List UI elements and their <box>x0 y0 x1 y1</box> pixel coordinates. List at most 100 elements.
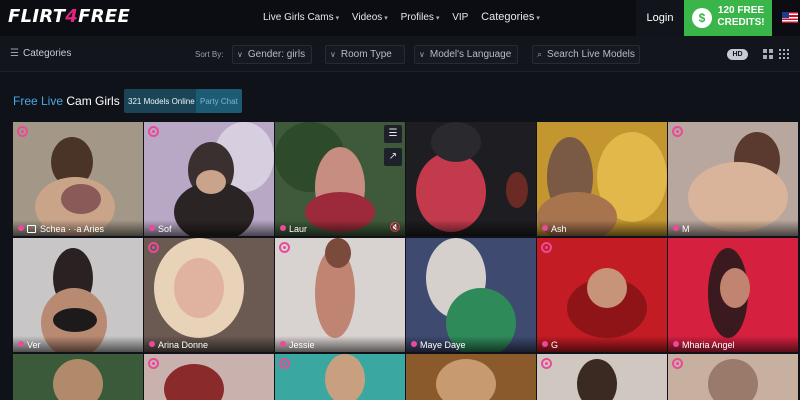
large-grid-icon[interactable] <box>763 49 773 59</box>
model-tile[interactable] <box>275 354 405 400</box>
online-status-icon <box>542 225 548 231</box>
list-icon: ☰ <box>10 48 19 59</box>
model-tile[interactable]: Laur ☰ ↗ 🔇 <box>275 122 405 236</box>
model-tile[interactable]: Maye Daye <box>406 238 536 352</box>
list-view-icon[interactable]: ☰ <box>384 125 402 143</box>
categories-toggle[interactable]: ☰ Categories <box>10 48 71 59</box>
title-rest: Cam Girls <box>63 94 120 108</box>
hd-toggle[interactable]: HD <box>727 49 748 60</box>
online-status-icon <box>18 225 24 231</box>
model-thumbnail <box>537 238 667 352</box>
nav-videos-label: Videos <box>351 12 383 23</box>
live-cam-icon <box>148 358 159 369</box>
live-cam-icon <box>17 126 28 137</box>
chevron-down-icon: ▾ <box>435 15 440 22</box>
us-flag-icon[interactable] <box>782 12 798 23</box>
chevron-down-icon: ▾ <box>384 15 388 22</box>
room-type-select[interactable]: ∨ Room Type <box>325 45 405 64</box>
model-thumbnail <box>406 354 536 400</box>
online-status-icon <box>673 225 679 231</box>
hd-label: HD <box>732 51 743 58</box>
model-thumbnail <box>13 354 143 400</box>
live-cam-icon <box>541 358 552 369</box>
login-label: Login <box>646 12 674 24</box>
model-tile[interactable]: Schea · ·a Aries <box>13 122 143 236</box>
model-thumbnail <box>668 354 798 400</box>
online-status-icon <box>411 341 417 347</box>
tile-tools: ☰ ↗ <box>384 125 402 171</box>
live-cam-icon <box>541 242 552 253</box>
gender-select[interactable]: ∨ Gender: girls <box>232 45 312 64</box>
coins-icon: $ <box>692 8 712 28</box>
small-grid-icon[interactable] <box>779 49 789 59</box>
model-grid: Schea · ·a Aries Sof Laur ☰ ↗ 🔇 Ash M Ve… <box>13 122 800 400</box>
model-tile[interactable]: G <box>537 238 667 352</box>
model-name: Jessie <box>289 340 315 350</box>
filter-bar: ☰ Categories Sort By: ∨ Gender: girls ∨ Roo… <box>0 36 800 72</box>
sort-by-label: Sort By: <box>195 50 224 59</box>
model-thumbnail <box>13 122 143 236</box>
chevron-down-icon: ▾ <box>536 15 540 22</box>
model-tile[interactable]: Ash <box>537 122 667 236</box>
models-online-count: 321 Models Online <box>128 96 195 106</box>
online-status-icon <box>280 225 286 231</box>
nav-live-girls-cams-label: Live Girls Cams <box>263 12 334 23</box>
live-cam-icon <box>672 126 683 137</box>
model-tile[interactable]: Sof <box>144 122 274 236</box>
credits-line-1: 120 FREE <box>717 5 765 16</box>
model-tile[interactable] <box>406 354 536 400</box>
online-status-icon <box>149 341 155 347</box>
live-cam-icon <box>672 358 683 369</box>
search-placeholder: Search Live Models <box>547 49 635 60</box>
nav-live-girls-cams[interactable]: Live Girls Cams ▾ <box>263 12 339 23</box>
nav-profiles[interactable]: Profiles ▾ <box>401 12 440 23</box>
flirt4free-logo[interactable]: FLIRT4FREE <box>8 6 130 27</box>
free-credits-button[interactable]: $ 120 FREE CREDITS! <box>684 0 772 36</box>
model-tile[interactable]: Mharia Angel <box>668 238 798 352</box>
nav-videos[interactable]: Videos ▾ <box>352 12 388 23</box>
model-tile[interactable] <box>537 354 667 400</box>
chevron-down-icon: ▾ <box>335 15 340 22</box>
logo-part-1: FLIRT <box>8 6 66 27</box>
party-chat-button[interactable]: Party Chat <box>196 89 242 113</box>
live-cam-icon <box>279 358 290 369</box>
logo-part-3: FREE <box>78 6 131 27</box>
main-menu: Live Girls Cams ▾ Videos ▾ Profiles ▾ VIP C… <box>263 11 550 23</box>
model-tile[interactable]: M <box>668 122 798 236</box>
live-cam-icon <box>148 126 159 137</box>
party-chat-label: Party Chat <box>200 96 238 106</box>
section-header: Free Live Cam Girls 321 Models Online Pa… <box>0 72 800 122</box>
model-tile[interactable]: Jessie <box>275 238 405 352</box>
language-select[interactable]: ∨ Model's Language <box>414 45 518 64</box>
calendar-icon <box>27 225 36 233</box>
login-button[interactable]: Login <box>636 0 684 36</box>
search-input[interactable]: ⌕ Search Live Models <box>532 45 640 64</box>
live-cam-icon <box>279 242 290 253</box>
model-tile[interactable] <box>668 354 798 400</box>
open-external-icon[interactable]: ↗ <box>384 148 402 166</box>
muted-speaker-icon[interactable]: 🔇 <box>390 222 401 233</box>
model-name: Ash <box>551 224 567 234</box>
online-status-icon <box>149 225 155 231</box>
model-tile[interactable] <box>406 122 536 236</box>
nav-vip[interactable]: VIP <box>452 12 468 23</box>
room-type-select-value: Room Type <box>340 49 392 60</box>
model-name: Ver <box>27 340 41 350</box>
nav-categories[interactable]: Categories ▾ <box>481 11 540 23</box>
model-tile[interactable] <box>13 354 143 400</box>
model-thumbnail <box>668 122 798 236</box>
model-name: M <box>682 224 690 234</box>
online-status-icon <box>673 341 679 347</box>
models-online-badge: 321 Models Online <box>124 89 199 113</box>
live-cam-icon <box>148 242 159 253</box>
model-tile[interactable] <box>144 354 274 400</box>
credits-text: 120 FREE CREDITS! <box>716 5 766 29</box>
model-thumbnail <box>406 238 536 352</box>
model-thumbnail <box>144 238 274 352</box>
model-tile[interactable]: Arina Donne <box>144 238 274 352</box>
model-tile[interactable]: Ver <box>13 238 143 352</box>
model-name: G <box>551 340 559 350</box>
credits-line-2: CREDITS! <box>717 17 765 28</box>
title-free: Free Live <box>13 94 64 108</box>
model-thumbnail <box>275 238 405 352</box>
